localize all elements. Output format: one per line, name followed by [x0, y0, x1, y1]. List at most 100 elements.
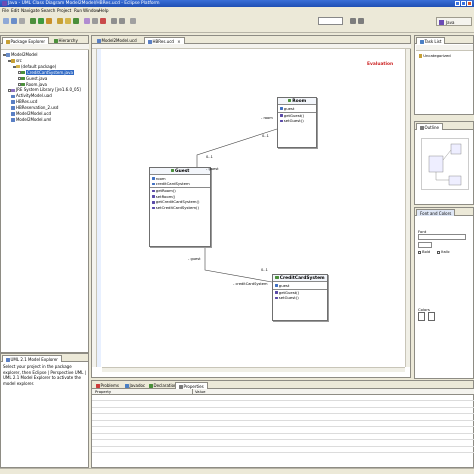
save-icon[interactable] [11, 18, 17, 24]
tab-model2model-ucd[interactable]: Model2Model.ucd [94, 37, 140, 44]
new-icon[interactable] [3, 18, 9, 24]
tree-item-label: src [15, 57, 22, 63]
task-category[interactable]: Uncategorized [419, 53, 451, 58]
align-icon[interactable] [350, 18, 356, 24]
tab-properties[interactable]: Properties [175, 382, 208, 389]
table-row[interactable] [92, 408, 474, 415]
tab-javadoc[interactable]: Javadoc [122, 382, 148, 389]
back-icon[interactable] [111, 18, 117, 24]
creditcardsystem-fields: guest [273, 282, 327, 290]
tab-package-explorer[interactable]: Package Explorer [2, 37, 50, 44]
method-row[interactable]: setCreditCardSystem() [150, 205, 210, 211]
annotation-icon[interactable] [100, 18, 106, 24]
expand-icon[interactable] [18, 83, 21, 86]
tab-label: Declaration [153, 383, 177, 388]
tab-label: Font and Colors [420, 211, 452, 216]
tab-problems[interactable]: Problems [93, 382, 122, 389]
open-type-icon[interactable] [84, 18, 90, 24]
creditcardsystem-class[interactable]: CreditCardSystem guest getGuest() setGue… [272, 274, 328, 321]
tab-label: Outline [424, 125, 439, 130]
source-folder-icon [11, 59, 15, 63]
field-name: guest [278, 282, 290, 288]
guest-credit-association[interactable] [204, 230, 273, 283]
minimize-button[interactable] [455, 1, 460, 6]
table-row[interactable] [92, 434, 474, 441]
table-row[interactable] [92, 447, 474, 454]
task-list-toolbar [416, 45, 473, 51]
font-size-combo[interactable] [418, 242, 432, 248]
editor-vertical-scrollbar[interactable] [405, 49, 410, 367]
table-row[interactable] [92, 441, 474, 447]
background-color-swatch[interactable] [428, 312, 435, 321]
maximize-button[interactable] [461, 1, 466, 6]
window-title: Java - UML Class Diagram Model2Model/HBR… [8, 0, 160, 6]
expand-icon[interactable] [8, 89, 11, 92]
tree-item-label: HBRes.ucd [15, 99, 38, 105]
layout-icon[interactable] [358, 18, 364, 24]
new-java-project-icon[interactable] [57, 18, 63, 24]
table-row[interactable] [92, 415, 474, 421]
debug-icon[interactable] [30, 18, 36, 24]
collapse-icon[interactable] [13, 65, 16, 69]
diagram-canvas[interactable]: Room guest getGuest() setGuest() Guest r… [102, 50, 405, 368]
collapse-icon[interactable] [8, 59, 11, 63]
tab-uml-model-explorer[interactable]: UML 2.1 Model Explorer [2, 355, 62, 362]
forward-icon[interactable] [119, 18, 125, 24]
field-row[interactable]: guest [278, 106, 316, 112]
print-icon[interactable] [19, 18, 25, 24]
bold-checkbox[interactable]: Bold [418, 250, 430, 254]
tab-outline[interactable]: Outline [416, 123, 443, 130]
table-row[interactable] [92, 402, 474, 408]
creditcardsystem-methods: getGuest() setGuest() [273, 290, 327, 301]
expand-icon[interactable] [18, 71, 21, 74]
menu-edit[interactable]: Edit [11, 8, 19, 13]
close-button[interactable] [467, 1, 472, 6]
eclipse-icon [1, 1, 7, 6]
guest-class[interactable]: Guest room creditCardSystem getRoom() se… [149, 167, 211, 247]
uml-file-icon [11, 94, 15, 98]
font-name-combo[interactable] [418, 234, 466, 240]
perspective-switcher[interactable]: Java [436, 17, 472, 26]
field-row[interactable]: creditCardSystem [150, 181, 210, 187]
zoom-combo-icon[interactable] [130, 18, 136, 24]
menu-run[interactable]: Run [74, 8, 82, 13]
table-row[interactable] [92, 428, 474, 434]
outline-thumbnail[interactable] [421, 138, 469, 190]
menu-file[interactable]: File [2, 8, 9, 13]
method-row[interactable]: setGuest() [278, 118, 316, 124]
tree-item[interactable]: Model2Model.uml [2, 117, 51, 123]
menu-navigate[interactable]: Navigate [21, 8, 40, 13]
method-row[interactable]: setGuest() [273, 295, 327, 301]
italic-checkbox[interactable]: Italic [437, 250, 450, 254]
foreground-color-swatch[interactable] [418, 312, 425, 321]
table-row[interactable] [92, 421, 474, 428]
collapse-icon[interactable] [3, 53, 6, 57]
package-explorer-toolbar [1, 44, 89, 50]
run-icon[interactable] [38, 18, 44, 24]
menu-help[interactable]: Help [99, 8, 109, 13]
tab-hierarchy[interactable]: Hierarchy [51, 37, 81, 44]
external-tools-icon[interactable] [46, 18, 52, 24]
tree-item-label: Model2Model [10, 52, 38, 57]
palette-strip[interactable] [97, 49, 101, 367]
tab-font-and-colors[interactable]: Font and Colors [416, 209, 456, 216]
room-class[interactable]: Room guest getGuest() setGuest() [277, 97, 317, 148]
java-file-icon [21, 76, 25, 81]
expand-icon[interactable] [18, 77, 21, 80]
menu-project[interactable]: Project [57, 8, 71, 13]
menu-window[interactable]: Window [83, 8, 100, 13]
table-row[interactable] [92, 395, 474, 402]
method-name: setGuest() [283, 118, 304, 124]
horizontal-ruler [92, 44, 411, 49]
tree-item-label: Model2Model.ucd [15, 111, 52, 116]
new-class-icon[interactable] [73, 18, 79, 24]
tab-hbres-ucd[interactable]: HBRes.ucd × [144, 37, 185, 44]
zoom-combo[interactable] [318, 17, 343, 25]
editor-horizontal-scrollbar[interactable] [102, 367, 405, 372]
search-icon[interactable] [92, 18, 98, 24]
field-row[interactable]: guest [273, 283, 327, 289]
tab-task-list[interactable]: Task List [416, 37, 446, 44]
new-package-icon[interactable] [65, 18, 71, 24]
room-methods: getGuest() setGuest() [278, 113, 316, 124]
menu-search[interactable]: Search [41, 8, 55, 13]
